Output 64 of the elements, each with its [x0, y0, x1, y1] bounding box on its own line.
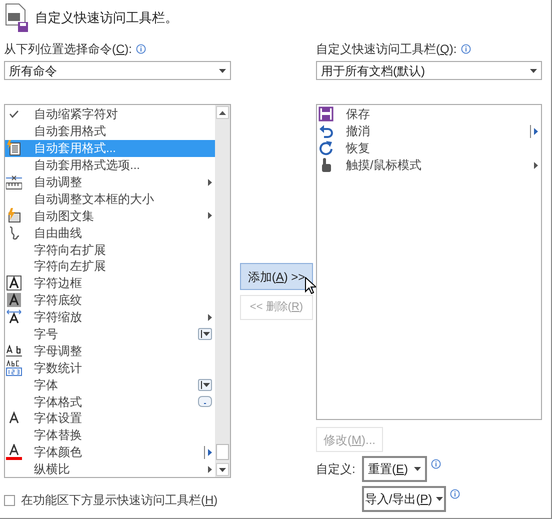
list-item[interactable]: 字体颜色	[5, 444, 215, 461]
info-icon	[136, 44, 146, 54]
shaded-letter-icon	[6, 292, 22, 308]
document-lightning-icon	[6, 140, 22, 156]
scroll-thumb[interactable]	[216, 444, 229, 460]
info-icon	[460, 44, 471, 54]
list-item[interactable]: 字符底纹	[5, 292, 215, 309]
list-item[interactable]: 撤消	[317, 122, 541, 140]
caret-icon	[530, 68, 537, 72]
info-icon	[450, 489, 460, 499]
undo-icon	[318, 123, 334, 140]
scroll-down-arrow-icon	[219, 468, 226, 472]
caret-icon	[219, 68, 226, 72]
mouse-cursor-icon	[305, 277, 316, 294]
document-save-icon	[5, 3, 31, 33]
caret-icon	[202, 382, 210, 387]
caret-icon	[202, 332, 210, 336]
list-item[interactable]: 字母调整	[5, 342, 215, 360]
caret-icon	[414, 467, 421, 471]
commands-dropdown[interactable]: 所有命令	[4, 61, 231, 80]
add-button[interactable]: 添加(A) >>	[240, 263, 313, 290]
list-item[interactable]: 字符缩放	[5, 308, 215, 326]
list-item[interactable]: 字体替换	[5, 426, 215, 444]
redo-icon	[318, 140, 334, 156]
list-item[interactable]: 自动调整文本框的大小	[5, 190, 215, 208]
list-item[interactable]: 字体格式	[5, 393, 215, 410]
list-item[interactable]: 自由曲线	[5, 224, 215, 242]
list-item[interactable]: 触摸/鼠标模式	[317, 156, 541, 174]
boxed-letter-icon	[6, 275, 22, 292]
reset-button[interactable]: 重置(E)	[362, 456, 427, 482]
list-item[interactable]: 自动缩紧字符对	[5, 106, 215, 123]
list-item[interactable]: 字数统计	[5, 359, 215, 376]
list-item[interactable]: 自动套用格式选项...	[5, 156, 215, 174]
list-item[interactable]: 自动调整	[5, 174, 215, 190]
list-item[interactable]: 字符边框	[5, 274, 215, 292]
customize-label: 自定义:	[316, 461, 356, 478]
word-count-icon	[6, 360, 22, 376]
info-icon	[431, 459, 441, 469]
list-item[interactable]: 自动图文集	[5, 207, 215, 224]
dialog-title: 自定义快速访问工具栏。	[35, 9, 178, 28]
scrollbar[interactable]	[215, 105, 230, 477]
font-color-icon	[6, 444, 22, 460]
scope-dropdown[interactable]: 用于所有文档(默认)	[316, 61, 542, 80]
checkbox[interactable]	[4, 494, 15, 506]
list-item[interactable]: 恢复	[317, 140, 541, 157]
list-item[interactable]: 自动套用格式	[5, 122, 215, 140]
list-item[interactable]: 字号	[5, 326, 215, 342]
caret-icon	[436, 497, 444, 501]
list-item[interactable]: 字体	[5, 376, 215, 394]
scale-letter-icon	[6, 309, 22, 326]
import-export-button[interactable]: 导入/导出(P)	[362, 486, 446, 512]
list-item[interactable]: 字符向左扩展	[5, 258, 215, 275]
letter-spacing-icon	[6, 342, 22, 359]
document-lightning-icon	[6, 208, 22, 224]
field-label: 从下列位置选择命令(C):	[4, 41, 132, 58]
field-label: 自定义快速访问工具栏(Q):	[316, 41, 457, 58]
save-icon	[318, 106, 334, 122]
list-item[interactable]: 纵横比	[5, 460, 215, 478]
list-item[interactable]: 保存	[317, 106, 541, 123]
list-item[interactable]: 字体设置	[5, 410, 215, 427]
ruler-icon	[6, 174, 22, 190]
list-item[interactable]: 字符向右扩展	[5, 241, 215, 258]
checkbox-row[interactable]: 在功能区下方显示快速访问工具栏(H)	[4, 491, 236, 509]
scroll-up-arrow-icon	[219, 110, 226, 114]
